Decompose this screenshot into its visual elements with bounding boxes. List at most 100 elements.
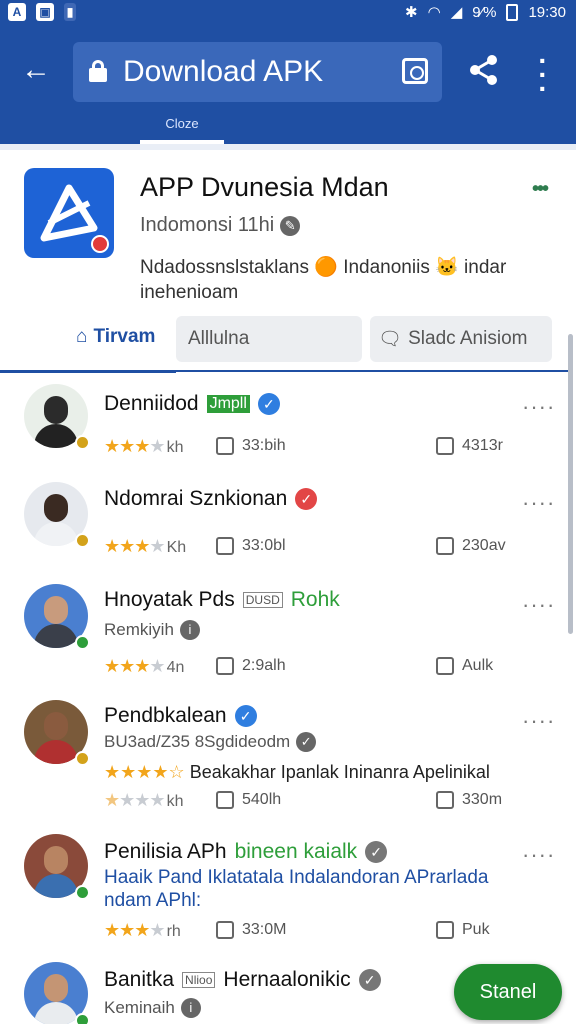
review-body: ★★★★☆ Beakakhar Ipanlak Ininanra Apelini… [104,762,490,783]
tab-home[interactable]: ⌂ Tirvam [76,326,155,348]
verified-icon: ✓ [257,393,280,415]
review-author-name: Hnoyatak Pds [104,588,235,611]
author-tag-green: Rohk [290,588,340,611]
like-count: 33:bih [242,437,286,454]
like-icon[interactable] [216,657,234,675]
avatar[interactable] [24,584,90,650]
thumb-icon[interactable] [436,657,454,675]
like-icon[interactable] [216,921,234,939]
app-logo [24,168,114,258]
review-subtitle-text: BU3ad/Z35 8Sgdideodm [104,732,291,751]
review-meta: ★★★★ 4n 2:9alh Aulk [104,656,524,682]
wifi-icon: ◠ [427,4,441,21]
battery-percent: 9⁄% [472,3,497,21]
app-options-icon[interactable]: ••• [532,178,549,201]
status-bar: A ▣ ▮ ✱ ◠ ◢ 9⁄% 19:30 [0,0,576,24]
app-bar: ← Download APK · · · Cloze [0,24,576,144]
review-menu-icon[interactable]: ···· [522,592,555,618]
like-icon[interactable] [216,437,234,455]
more-vert-icon[interactable]: · · · [528,47,558,103]
info-icon[interactable]: i [180,998,201,1018]
info-icon[interactable]: ✓ [296,732,317,752]
review-author-name: Ndomrai Sznkionan [104,487,288,510]
review-author-name: Denniidod [104,392,199,415]
review-subtitle: Keminaih i [104,998,201,1018]
review-author-name: Pendbkalean [104,704,227,727]
rating-stars: ★★★★ rh [104,920,181,940]
rating-stars: ★★★★☆ [104,762,185,782]
sub-tab-label[interactable]: Cloze [140,116,224,131]
review-meta: ★★★★ rh 33:0M Puk [104,920,524,946]
app-logo-icon [40,184,109,253]
review-author[interactable]: Penilisia APh bineen kaialk ✓ [104,840,388,864]
review-author[interactable]: Ndomrai Sznkionan ✓ [104,487,318,511]
review-meta: ★★★★ kh 33:bih 4313r [104,436,524,462]
message-icon: ▣ [36,3,54,21]
tab-home-label: Tirvam [93,326,156,347]
tab-button-2[interactable]: 🗨 Sladc Anisiom [370,316,552,362]
author-tag-green: bineen kaialk [234,840,358,863]
review-author[interactable]: Denniidod Jmpll ✓ [104,392,280,416]
comment-icon: 🗨 [378,329,403,350]
thumb-icon[interactable] [436,537,454,555]
info-icon[interactable]: i [179,620,200,640]
avatar[interactable] [24,482,90,548]
review-meta: ★★★★ kh 540lh 330m [104,790,524,816]
review-subtitle-text: Keminaih [104,998,175,1017]
signal-icon: ◢ [450,4,463,21]
rating-stars: ★★★★ 4n [104,656,185,676]
review-subtitle: BU3ad/Z35 8Sgdideodm ✓ [104,732,317,752]
reply-count: Aulk [462,657,494,674]
review-body-text: Beakakhar Ipanlak Ininanra Apelinikal [189,762,490,782]
verified-icon: ✓ [295,488,318,510]
author-tag: DUSD [242,592,283,608]
notification-icon: A [8,3,26,21]
app-subtitle: Indomonsi 11hi ✎ [140,214,301,237]
app-subtitle-text: Indomonsi 11hi [140,214,275,236]
review-author[interactable]: Pendbkalean ✓ [104,704,257,728]
like-count: 540lh [242,791,282,808]
verified-icon: ✓ [358,969,381,991]
author-tag: Jmpll [206,395,250,413]
like-count: 33:0M [242,921,287,938]
camera-icon[interactable] [402,58,428,84]
back-arrow-icon[interactable]: ← [18,52,54,88]
thumb-icon[interactable] [436,791,454,809]
floating-action-button[interactable]: Stanel [454,964,562,1020]
url-title: Download APK [123,55,324,88]
scrollbar[interactable] [568,334,573,634]
review-menu-icon[interactable]: ···· [522,490,555,516]
share-icon[interactable] [466,52,502,88]
like-icon[interactable] [216,791,234,809]
like-count: 33:0bl [242,537,286,554]
avatar[interactable] [24,384,90,450]
url-bar[interactable]: Download APK [73,42,442,102]
edit-icon[interactable]: ✎ [280,215,301,236]
avatar[interactable] [24,834,90,900]
author-extra: Hernaalonikic [223,968,351,991]
review-subtitle-text: Remkiyih [104,620,174,639]
clock: 19:30 [528,3,566,21]
app-description: Ndadossnslstaklans 🟠 Indanoniis 🐱 indar … [140,257,507,303]
review-author[interactable]: Hnoyatak Pds DUSD Rohk [104,588,340,612]
reply-count: 230av [462,537,506,554]
battery-icon [506,3,519,21]
like-icon[interactable] [216,537,234,555]
review-menu-icon[interactable]: ···· [522,394,555,420]
like-count: 2:9alh [242,657,286,674]
tab-button-1[interactable]: Alllulna [176,316,362,362]
avatar[interactable] [24,962,90,1024]
review-author[interactable]: Banitka Nlioo Hernaalonikic ✓ [104,968,381,992]
review-menu-icon[interactable]: ···· [522,708,555,734]
tab-button-2-label: Sladc Anisiom [408,328,528,349]
avatar[interactable] [24,700,90,766]
review-menu-icon[interactable]: ···· [522,842,555,868]
rating-stars: ★★★★ kh [104,790,184,810]
review-body: Haaik Pand Iklatatala Indalandoran APrar… [104,867,489,911]
bluetooth-icon: ✱ [405,4,418,21]
section-divider [0,144,576,150]
thumb-icon[interactable] [436,921,454,939]
review-author-name: Penilisia APh [104,840,227,863]
thumb-icon[interactable] [436,437,454,455]
rating-stars: ★★★★ Kh [104,536,187,556]
